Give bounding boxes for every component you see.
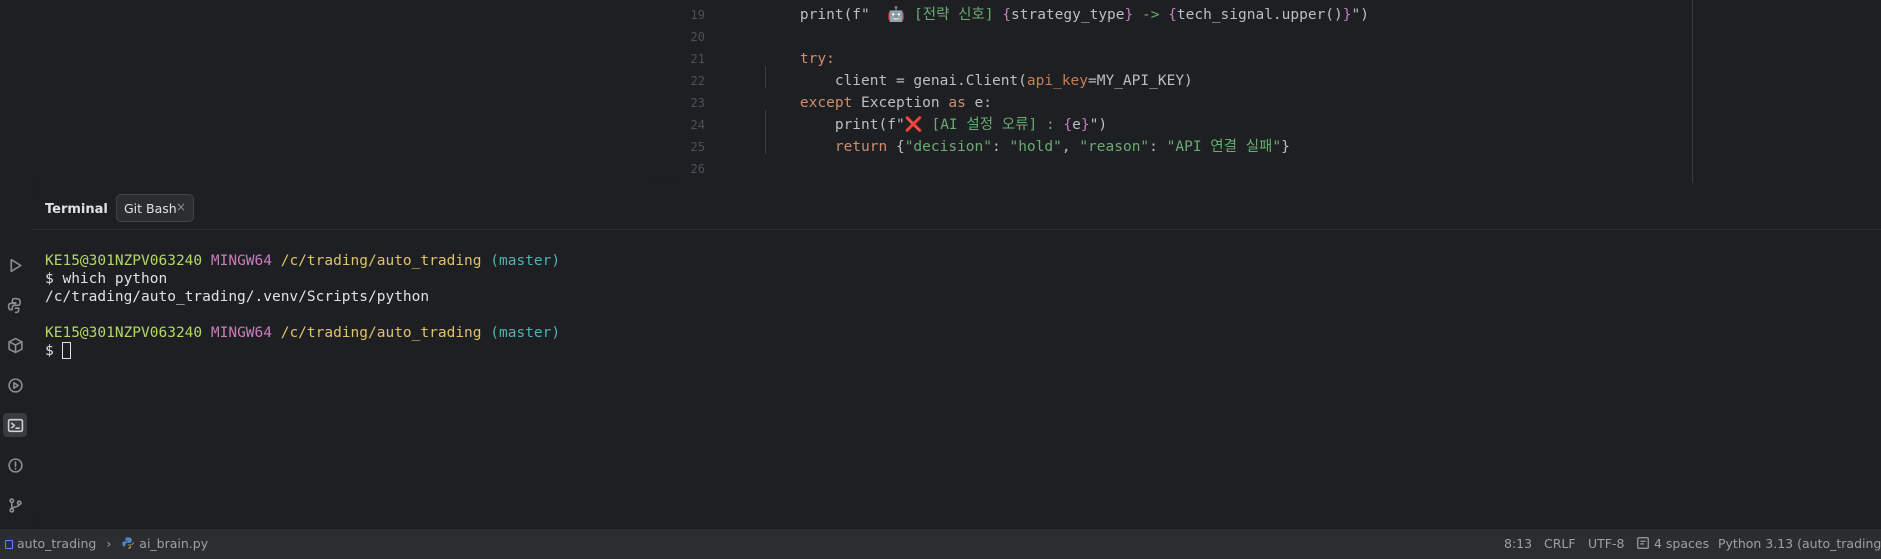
tool-window-strip [0,0,31,524]
prompt-path: /c/trading/auto_trading [280,253,482,269]
python-file-icon [121,536,139,551]
line-number: 19 [690,8,705,22]
folder-icon [5,540,13,549]
indent-settings[interactable]: 4 spaces [1636,536,1709,551]
line-number: 20 [690,30,705,44]
status-bar: auto_trading › ai_brain.py 8:13 CRLF UTF… [0,528,1881,559]
line-number: 26 [690,162,705,176]
terminal-cursor [62,342,72,359]
python-console-icon[interactable] [3,293,27,317]
caret-position[interactable]: 8:13 [1504,536,1532,551]
code-line[interactable]: except Exception as e: [765,92,992,114]
code-token: except [765,95,862,111]
code-token: { [1002,7,1012,23]
line-number: 21 [690,52,705,66]
close-icon[interactable]: × [176,200,186,214]
terminal-output: /c/trading/auto_trading/.venv/Scripts/py… [45,289,430,305]
breadcrumb-file[interactable]: ai_brain.py [139,536,208,551]
code-token: client = genai.Client( [765,73,1027,89]
chevron-right-icon: › [106,536,112,551]
code-token: "reason" [1079,139,1150,155]
prompt-branch: (master) [490,253,561,269]
code-token: "API 연결 실패" [1166,139,1282,155]
code-line[interactable]: return {"decision": "hold", "reason": "A… [765,136,1290,158]
code-token: print(f" [765,7,888,23]
code-token: : [992,139,1010,155]
prompt-user: KE15@301NZPV063240 [45,325,203,341]
tab-git-bash[interactable]: Git Bash × [116,194,194,222]
terminal-panel: Terminal Git Bash × KE15@301NZPV063240 M… [32,189,1881,524]
line-number: 23 [690,96,705,110]
python-packages-icon[interactable] [3,333,27,357]
code-line[interactable]: print(f"❌ [AI 설정 오류] : {e}") [765,114,1107,136]
code-token: tech_signal.upper() [1176,7,1343,23]
run-icon[interactable] [3,253,27,277]
code-token: 🤖 [전략 신호] [887,7,1003,23]
project-panel [32,0,661,183]
tab-git-bash-label: Git Bash [124,201,177,216]
terminal-icon[interactable] [3,413,27,437]
code-token: : [1149,139,1167,155]
code-token: e [1072,117,1081,133]
terminal-header: Terminal Git Bash × [32,189,1881,230]
terminal-title: Terminal [45,202,108,217]
code-editor[interactable]: 19 print(f" 🤖 [전략 신호] {strategy_type} ->… [667,0,1881,183]
code-token: { [1168,7,1177,23]
line-number: 25 [690,140,705,154]
git-icon[interactable] [3,493,27,517]
problems-icon[interactable] [3,453,27,477]
indent-icon [1636,536,1650,551]
line-number: 22 [690,74,705,88]
code-token: e: [974,95,993,111]
code-token: return [765,139,896,155]
terminal-input-line[interactable]: $ [45,342,72,360]
file-encoding[interactable]: UTF-8 [1588,536,1624,551]
python-interpreter[interactable]: Python 3.13 (auto_trading) [1718,536,1881,551]
right-margin-guide [1692,0,1693,183]
code-token: -> [1133,7,1169,23]
breadcrumb: auto_trading › ai_brain.py [5,536,208,551]
code-token: ") [1089,117,1108,133]
prompt-user: KE15@301NZPV063240 [45,253,203,269]
code-token: { [895,139,905,155]
code-token: } [1124,7,1134,23]
code-token: Exception [861,95,949,111]
prompt-branch: (master) [490,325,561,341]
code-token: api_key [1026,73,1089,89]
code-token: "hold" [1009,139,1062,155]
code-token: try: [765,51,835,67]
code-line[interactable]: client = genai.Client(api_key=MY_API_KEY… [765,70,1193,92]
line-ending[interactable]: CRLF [1544,536,1576,551]
code-token: as [948,95,975,111]
prompt-system: MINGW64 [210,253,272,269]
prompt-symbol: $ [45,343,63,359]
indent-label: 4 spaces [1653,536,1710,551]
code-token: } [1342,7,1352,23]
prompt-system: MINGW64 [210,325,272,341]
terminal-prompt: KE15@301NZPV063240 MINGW64 /c/trading/au… [45,324,560,342]
code-token: } [1080,117,1090,133]
code-token: { [1063,117,1073,133]
code-line[interactable]: print(f" 🤖 [전략 신호] {strategy_type} -> {t… [765,4,1369,26]
code-token: } [1281,139,1290,155]
code-line[interactable]: try: [765,48,835,70]
breadcrumb-project[interactable]: auto_trading [17,536,96,551]
code-token: print(f" [765,117,905,133]
code-token: ❌ [AI 설정 오류] : [904,117,1064,133]
code-token: strategy_type [1011,7,1125,23]
code-token: , [1061,139,1080,155]
terminal-prompt: KE15@301NZPV063240 MINGW64 /c/trading/au… [45,252,560,270]
code-token: =MY_API_KEY) [1088,73,1193,89]
code-token: "decision" [904,139,992,155]
prompt-path: /c/trading/auto_trading [280,325,482,341]
code-token: ") [1351,7,1369,23]
line-number: 24 [690,118,705,132]
services-icon[interactable] [3,373,27,397]
terminal-command: $ which python [45,271,168,287]
